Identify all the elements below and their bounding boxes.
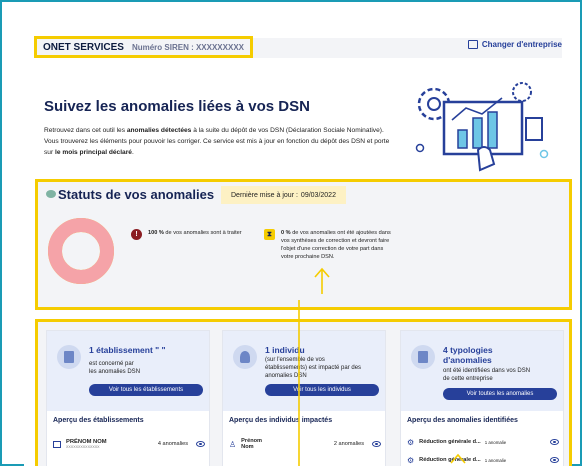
legend-to-process: ! 100 % de vos anomalies sont à traiter bbox=[131, 229, 246, 240]
siren-number: Numéro SIREN : XXXXXXXXX bbox=[131, 42, 244, 52]
gear-icon: ⚙ bbox=[407, 437, 415, 447]
list-item[interactable]: PRÉNOM NOM XXXXXXXXXXXXXX 4 anomalies bbox=[53, 435, 205, 453]
card-title: 1 établissement " " bbox=[89, 345, 166, 355]
list-item[interactable]: ⚙ Réduction générale d... 1 anomalie bbox=[407, 433, 559, 451]
page-frame: ONET SERVICES Numéro SIREN : XXXXXXXXX C… bbox=[0, 0, 582, 466]
card-text: (sur l'ensemble de vos bbox=[265, 357, 325, 363]
person-icon: ♙ bbox=[229, 439, 237, 449]
eye-icon[interactable] bbox=[372, 441, 381, 447]
view-anomalies-button[interactable]: Voir toutes les anomalies bbox=[443, 388, 557, 400]
annotation-arrow bbox=[314, 267, 330, 294]
card-text: les anomalies DSN bbox=[89, 369, 141, 375]
list-item[interactable]: ⚙ Réduction générale d... 1 anomalie bbox=[407, 451, 559, 466]
card-text: établissements) est impacté par des bbox=[265, 365, 362, 371]
status-title: Statuts de vos anomalies bbox=[58, 187, 215, 202]
card-subtitle: Aperçu des anomalies identifiées bbox=[407, 417, 518, 424]
view-establishments-button[interactable]: Voir tous les établissements bbox=[89, 384, 203, 396]
eye-icon[interactable] bbox=[550, 439, 559, 445]
building-icon bbox=[57, 345, 81, 369]
status-indicator bbox=[46, 190, 56, 198]
user-icon bbox=[233, 345, 257, 369]
view-individuals-button[interactable]: Voir tous les individus bbox=[265, 384, 379, 396]
page-description: Retrouvez dans cet outil les anomalies d… bbox=[44, 127, 390, 156]
last-update-date: 09/03/2022 bbox=[300, 191, 336, 199]
establishments-card: 1 établissement " " est concerné par les… bbox=[46, 330, 210, 466]
alert-icon: ! bbox=[131, 229, 142, 240]
annotation-line bbox=[298, 300, 300, 466]
anomaly-status-donut bbox=[48, 218, 114, 284]
change-company-label: Changer d'entreprise bbox=[481, 40, 562, 49]
donut-slice-to-process bbox=[48, 218, 114, 284]
anomaly-types-card: 4 typologies d'anomalies ont été identifi… bbox=[400, 330, 564, 466]
dashboard-illustration bbox=[415, 82, 549, 172]
card-subtitle: Aperçu des individus impactés bbox=[229, 417, 333, 424]
card-text: ont été identifiées dans vos DSN bbox=[443, 368, 531, 374]
card-title: 4 typologies d'anomalies bbox=[443, 345, 493, 365]
hourglass-icon: ⧗ bbox=[264, 229, 275, 240]
company-header: ONET SERVICES Numéro SIREN : XXXXXXXXX bbox=[34, 36, 253, 58]
gear-icon: ⚙ bbox=[407, 455, 415, 465]
annotation-arrow bbox=[450, 453, 466, 464]
list-item[interactable]: ♙ Prénom Nom 2 anomalies bbox=[229, 435, 381, 453]
card-text: de cette entreprise bbox=[443, 376, 493, 382]
last-update-badge: Dernière mise à jour : 09/03/2022 bbox=[221, 186, 346, 204]
summary-cards-section: 1 établissement " " est concerné par les… bbox=[35, 319, 572, 466]
legend-added: ⧗ 0 % de vos anomalies ont été ajoutées … bbox=[264, 229, 394, 261]
building-icon bbox=[467, 40, 478, 49]
change-company-link[interactable]: Changer d'entreprise bbox=[467, 40, 562, 49]
card-text: est concerné par bbox=[89, 361, 134, 367]
page-title: Suivez les anomalies liées à vos DSN bbox=[44, 98, 310, 115]
anomaly-status-section: Statuts de vos anomalies Dernière mise à… bbox=[35, 179, 572, 310]
eye-icon[interactable] bbox=[196, 441, 205, 447]
building-icon bbox=[53, 440, 61, 448]
card-subtitle: Aperçu des établissements bbox=[53, 417, 144, 424]
eye-icon[interactable] bbox=[550, 457, 559, 463]
individuals-card: 1 individu (sur l'ensemble de vos établi… bbox=[222, 330, 386, 466]
document-icon bbox=[411, 345, 435, 369]
company-name: ONET SERVICES bbox=[43, 41, 124, 53]
